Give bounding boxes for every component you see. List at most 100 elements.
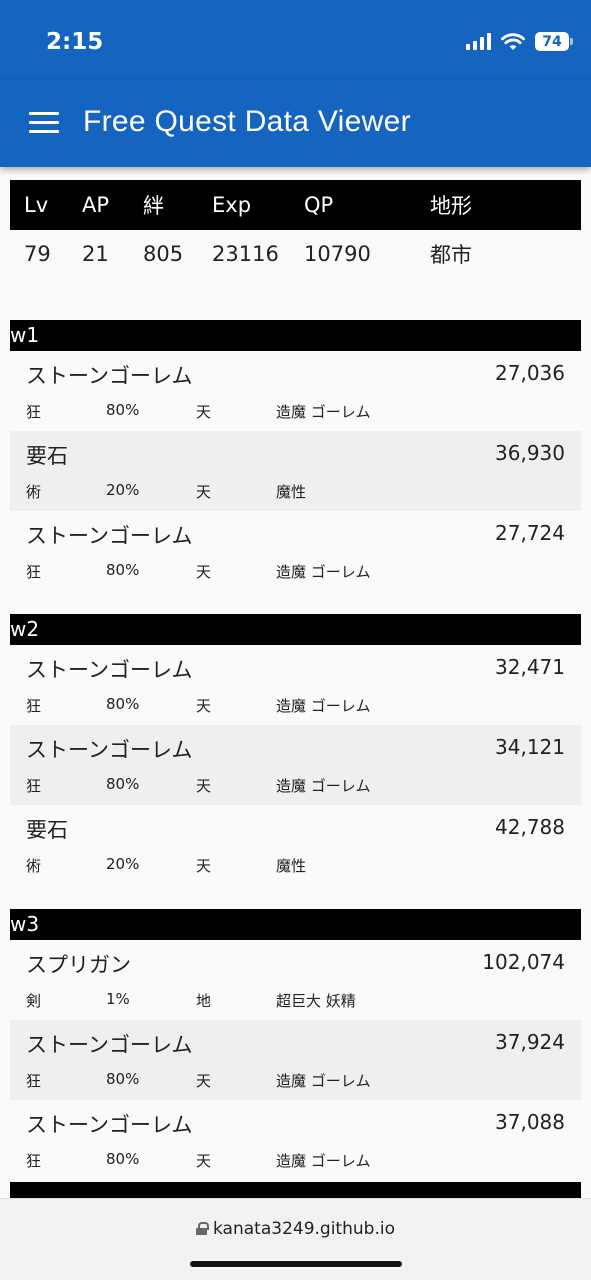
enemy-hp: 27,036	[495, 361, 565, 385]
enemy-name: ストーンゴーレム	[26, 1113, 193, 1137]
enemy-rate: 80%	[106, 1070, 140, 1088]
value-exp: 23116	[212, 242, 279, 266]
enemy-rate: 80%	[106, 775, 140, 793]
enemy-class: 剣	[26, 992, 42, 1010]
enemy-hp: 42,788	[495, 815, 565, 839]
enemy-class: 狂	[26, 403, 42, 421]
enemy-traits: 造魔 ゴーレム	[276, 1072, 371, 1090]
enemy-traits: 魔性	[276, 483, 307, 501]
enemy-name: スプリガン	[26, 953, 131, 977]
battery-level: 74	[542, 33, 562, 50]
enemy-traits: 造魔 ゴーレム	[276, 403, 371, 421]
lock-icon	[196, 1222, 210, 1235]
enemy-hp: 32,471	[495, 655, 565, 679]
enemy-attribute: 天	[196, 483, 212, 501]
value-lv: 79	[24, 242, 51, 266]
enemy-attribute: 天	[196, 697, 212, 715]
cellular-signal-icon	[466, 33, 491, 50]
enemy-traits: 造魔 ゴーレム	[276, 697, 371, 715]
home-indicator[interactable]	[190, 1261, 402, 1267]
wifi-icon	[501, 32, 525, 50]
enemy-hp: 102,074	[482, 950, 565, 974]
enemy-hp: 27,724	[495, 521, 565, 545]
enemy-hp: 36,930	[495, 441, 565, 465]
browser-bottom-bar: kanata3249.github.io	[0, 1198, 591, 1280]
enemy-row: ストーンゴーレム 27,724 狂 80% 天 造魔 ゴーレム	[10, 511, 581, 591]
enemy-row: 要石 36,930 術 20% 天 魔性	[10, 431, 581, 511]
value-qp: 10790	[304, 242, 371, 266]
header-exp: Exp	[212, 193, 252, 217]
value-ap: 21	[82, 242, 109, 266]
header-ap: AP	[82, 193, 110, 217]
enemy-attribute: 天	[196, 563, 212, 581]
main-content[interactable]: Lv AP 絆 Exp QP 地形 79 21 805 23116 10790 …	[0, 167, 591, 1200]
enemy-attribute: 天	[196, 857, 212, 875]
url-bar[interactable]: kanata3249.github.io	[0, 1219, 591, 1239]
wave-3: w3 スプリガン 102,074 剣 1% 地 超巨大 妖精 ストーンゴーレム …	[10, 909, 581, 1180]
enemy-attribute: 地	[196, 992, 212, 1010]
enemy-hp: 34,121	[495, 735, 565, 759]
enemy-hp: 37,088	[495, 1110, 565, 1134]
enemy-rate: 80%	[106, 401, 140, 419]
enemy-name: ストーンゴーレム	[26, 738, 193, 762]
enemy-rate: 80%	[106, 695, 140, 713]
enemy-name: 要石	[26, 444, 68, 468]
status-icons: 74	[466, 32, 573, 51]
header-terrain: 地形	[430, 194, 472, 218]
value-terrain: 都市	[430, 243, 472, 267]
enemy-class: 狂	[26, 1152, 42, 1170]
enemy-traits: 造魔 ゴーレム	[276, 1152, 371, 1170]
enemy-rate: 80%	[106, 561, 140, 579]
enemy-attribute: 天	[196, 1072, 212, 1090]
enemy-row: ストーンゴーレム 37,088 狂 80% 天 造魔 ゴーレム	[10, 1100, 581, 1180]
wave-1: w1 ストーンゴーレム 27,036 狂 80% 天 造魔 ゴーレム 要石 36…	[10, 320, 581, 591]
enemy-row: ストーンゴーレム 37,924 狂 80% 天 造魔 ゴーレム	[10, 1020, 581, 1100]
hamburger-menu-icon[interactable]	[29, 112, 59, 134]
battery-icon: 74	[535, 32, 573, 51]
enemy-name: ストーンゴーレム	[26, 524, 193, 548]
enemy-attribute: 天	[196, 777, 212, 795]
enemy-name: ストーンゴーレム	[26, 658, 193, 682]
quest-info-header: Lv AP 絆 Exp QP 地形	[10, 180, 581, 230]
enemy-traits: 魔性	[276, 857, 307, 875]
enemy-name: ストーンゴーレム	[26, 1033, 193, 1057]
app-bar: Free Quest Data Viewer	[0, 80, 591, 167]
enemy-attribute: 天	[196, 403, 212, 421]
enemy-class: 術	[26, 857, 42, 875]
enemy-row: ストーンゴーレム 34,121 狂 80% 天 造魔 ゴーレム	[10, 725, 581, 805]
wave-header: w2	[10, 614, 581, 645]
status-time: 2:15	[46, 29, 104, 55]
enemy-class: 狂	[26, 777, 42, 795]
wave-2: w2 ストーンゴーレム 32,471 狂 80% 天 造魔 ゴーレム ストーンゴ…	[10, 614, 581, 885]
enemy-traits: 造魔 ゴーレム	[276, 563, 371, 581]
header-bond: 絆	[143, 194, 164, 218]
enemy-class: 術	[26, 483, 42, 501]
enemy-row: ストーンゴーレム 32,471 狂 80% 天 造魔 ゴーレム	[10, 645, 581, 725]
quest-info-table: Lv AP 絆 Exp QP 地形 79 21 805 23116 10790 …	[10, 180, 581, 278]
enemy-rate: 1%	[106, 990, 130, 1008]
quest-info-values: 79 21 805 23116 10790 都市	[10, 230, 581, 278]
enemy-row: スプリガン 102,074 剣 1% 地 超巨大 妖精	[10, 940, 581, 1020]
enemy-class: 狂	[26, 563, 42, 581]
enemy-attribute: 天	[196, 1152, 212, 1170]
enemy-rate: 80%	[106, 1150, 140, 1168]
enemy-class: 狂	[26, 697, 42, 715]
status-bar: 2:15 74	[0, 0, 591, 80]
header-qp: QP	[304, 193, 334, 217]
app-title: Free Quest Data Viewer	[83, 105, 411, 138]
enemy-rate: 20%	[106, 481, 140, 499]
enemy-traits: 超巨大 妖精	[276, 992, 356, 1010]
enemy-name: ストーンゴーレム	[26, 364, 193, 388]
url-text: kanata3249.github.io	[213, 1219, 395, 1239]
header-lv: Lv	[24, 193, 49, 217]
enemy-rate: 20%	[106, 855, 140, 873]
enemy-row: 要石 42,788 術 20% 天 魔性	[10, 805, 581, 885]
enemy-hp: 37,924	[495, 1030, 565, 1054]
value-bond: 805	[143, 242, 184, 266]
wave-header: w3	[10, 909, 581, 940]
wave-header: w1	[10, 320, 581, 351]
enemy-row: ストーンゴーレム 27,036 狂 80% 天 造魔 ゴーレム	[10, 351, 581, 431]
enemy-class: 狂	[26, 1072, 42, 1090]
enemy-name: 要石	[26, 818, 68, 842]
enemy-traits: 造魔 ゴーレム	[276, 777, 371, 795]
